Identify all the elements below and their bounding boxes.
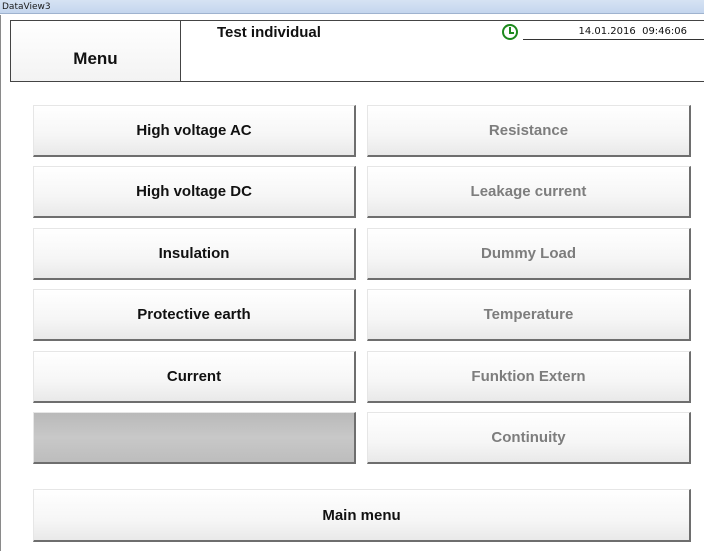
datetime-display: 14.01.2016 09:46:06	[523, 26, 704, 40]
continuity-button[interactable]: Continuity	[367, 412, 691, 464]
main-menu-button[interactable]: Main menu	[33, 489, 691, 542]
page-title: Test individual	[217, 24, 321, 41]
resistance-button[interactable]: Resistance	[367, 105, 691, 157]
funktion-extern-button[interactable]: Funktion Extern	[367, 351, 691, 403]
menu-button[interactable]: Menu	[11, 21, 181, 81]
dummy-load-button[interactable]: Dummy Load	[367, 228, 691, 280]
leakage-current-button[interactable]: Leakage current	[367, 166, 691, 218]
temperature-button[interactable]: Temperature	[367, 289, 691, 341]
blank-button	[33, 412, 356, 464]
app-window	[0, 15, 704, 551]
insulation-button[interactable]: Insulation	[33, 228, 356, 280]
header-bar: Menu Test individual 14.01.2016 09:46:06	[10, 20, 704, 82]
protective-earth-button[interactable]: Protective earth	[33, 289, 356, 341]
high-voltage-ac-button[interactable]: High voltage AC	[33, 105, 356, 157]
clock-icon	[502, 24, 518, 40]
window-title: DataView3	[2, 2, 51, 12]
current-button[interactable]: Current	[33, 351, 356, 403]
high-voltage-dc-button[interactable]: High voltage DC	[33, 166, 356, 218]
window-titlebar: DataView3	[0, 0, 704, 14]
